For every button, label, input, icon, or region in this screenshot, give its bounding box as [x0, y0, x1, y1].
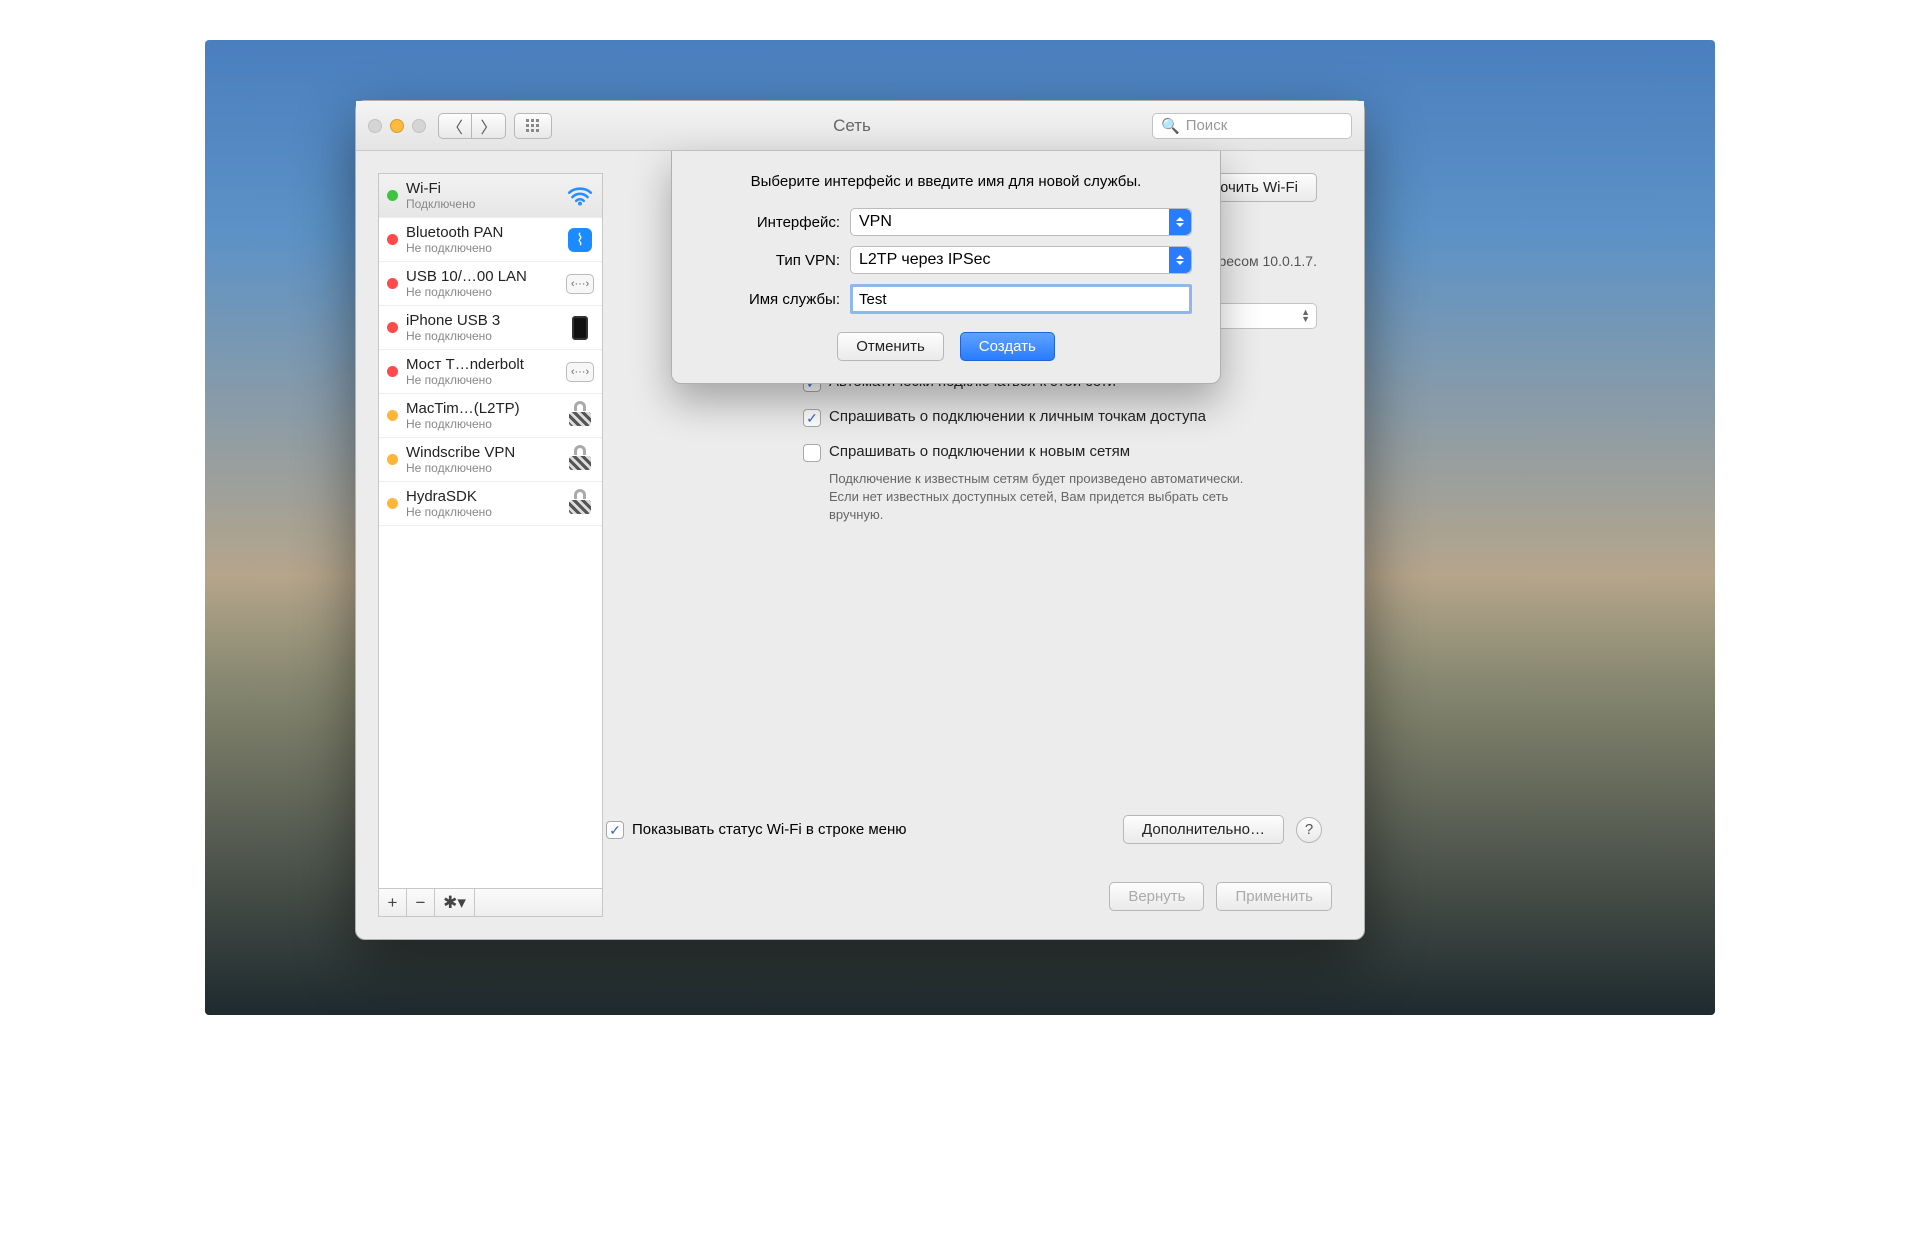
back-button[interactable]: 〈	[438, 113, 472, 139]
service-status: Не подключено	[406, 461, 558, 475]
ip-address-label: дресом 10.0.1.7.	[1210, 253, 1317, 269]
show-all-button[interactable]	[514, 113, 552, 139]
status-dot-icon	[387, 498, 398, 509]
status-dot-icon	[387, 322, 398, 333]
new-service-sheet: Выберите интерфейс и введите имя для нов…	[671, 151, 1221, 384]
services-sidebar: Wi-Fi Подключено Bluetooth PAN Не подклю…	[378, 173, 603, 917]
service-name: Bluetooth PAN	[406, 224, 558, 241]
label-ask-personal: Спрашивать о подключении к личным точкам…	[829, 408, 1206, 425]
gear-icon: ✱▾	[443, 893, 466, 913]
wifi-icon	[566, 185, 594, 207]
label-ask-new: Спрашивать о подключении к новым сетям	[829, 443, 1130, 460]
desktop-wallpaper: 〈 〉 Сеть 🔍 Поиск Wi-Fi Подключе	[205, 40, 1715, 1015]
service-item-l2tp[interactable]: MacTim…(L2TP) Не подключено	[379, 394, 602, 438]
chevron-updown-icon	[1169, 247, 1191, 273]
traffic-lights	[368, 119, 426, 133]
zoom-window-button[interactable]	[412, 119, 426, 133]
service-name: Мост T…nderbolt	[406, 356, 558, 373]
search-placeholder: Поиск	[1186, 117, 1228, 134]
vpn-type-select[interactable]: L2TP через IPSec	[850, 246, 1192, 274]
sheet-title: Выберите интерфейс и введите имя для нов…	[700, 173, 1192, 190]
service-name: USB 10/…00 LAN	[406, 268, 558, 285]
vpn-type-label: Тип VPN:	[700, 252, 840, 269]
lock-icon	[569, 450, 591, 470]
status-dot-icon	[387, 278, 398, 289]
service-status: Не подключено	[406, 373, 558, 387]
status-dot-icon	[387, 366, 398, 377]
status-dot-icon	[387, 190, 398, 201]
help-text: Подключение к известным сетям будет прои…	[829, 470, 1259, 525]
service-name-input[interactable]	[850, 284, 1192, 314]
status-dot-icon	[387, 410, 398, 421]
checkbox-ask-personal[interactable]	[803, 409, 821, 427]
service-item-windscribe[interactable]: Windscribe VPN Не подключено	[379, 438, 602, 482]
advanced-button[interactable]: Дополнительно…	[1123, 815, 1284, 844]
service-name: Wi-Fi	[406, 180, 558, 197]
service-name: MacTim…(L2TP)	[406, 400, 558, 417]
phone-icon	[572, 316, 588, 340]
service-item-usb-lan[interactable]: USB 10/…00 LAN Не подключено ‹···›	[379, 262, 602, 306]
help-button[interactable]: ?	[1296, 817, 1322, 843]
status-dot-icon	[387, 234, 398, 245]
stepper-icon: ▲▼	[1301, 309, 1310, 323]
service-item-thunderbolt[interactable]: Мост T…nderbolt Не подключено ‹···›	[379, 350, 602, 394]
network-preferences-window: 〈 〉 Сеть 🔍 Поиск Wi-Fi Подключе	[355, 100, 1365, 940]
close-window-button[interactable]	[368, 119, 382, 133]
interface-value: VPN	[859, 213, 892, 231]
service-actions-menu[interactable]: ✱▾	[435, 889, 475, 916]
vpn-type-value: L2TP через IPSec	[859, 251, 991, 269]
service-status: Не подключено	[406, 285, 558, 299]
apply-button[interactable]: Применить	[1216, 882, 1332, 911]
window-title: Сеть	[552, 116, 1152, 136]
minimize-window-button[interactable]	[390, 119, 404, 133]
forward-button[interactable]: 〉	[472, 113, 506, 139]
service-item-iphone[interactable]: iPhone USB 3 Не подключено	[379, 306, 602, 350]
service-item-bluetooth[interactable]: Bluetooth PAN Не подключено ⌇	[379, 218, 602, 262]
search-input[interactable]: 🔍 Поиск	[1152, 113, 1352, 139]
service-name: iPhone USB 3	[406, 312, 558, 329]
bluetooth-icon: ⌇	[568, 228, 592, 252]
service-name: HydraSDK	[406, 488, 558, 505]
checkbox-show-status[interactable]	[606, 821, 624, 839]
create-button[interactable]: Создать	[960, 332, 1055, 361]
services-list: Wi-Fi Подключено Bluetooth PAN Не подклю…	[378, 173, 603, 889]
footer-buttons: Вернуть Применить	[1109, 882, 1332, 911]
service-status: Не подключено	[406, 505, 558, 519]
service-name-label: Имя службы:	[700, 291, 840, 308]
service-status: Не подключено	[406, 329, 558, 343]
service-item-wifi[interactable]: Wi-Fi Подключено	[379, 174, 602, 218]
grid-icon	[525, 118, 541, 134]
cancel-button[interactable]: Отменить	[837, 332, 944, 361]
lock-icon	[569, 406, 591, 426]
chevron-updown-icon	[1169, 209, 1191, 235]
add-service-button[interactable]: +	[379, 889, 407, 916]
interface-select[interactable]: VPN	[850, 208, 1192, 236]
search-icon: 🔍	[1161, 117, 1180, 135]
revert-button[interactable]: Вернуть	[1109, 882, 1204, 911]
interface-label: Интерфейс:	[700, 214, 840, 231]
wifi-options: Автоматически подключаться к этой сети С…	[803, 373, 1342, 525]
ethernet-icon: ‹···›	[566, 362, 594, 382]
service-name: Windscribe VPN	[406, 444, 558, 461]
titlebar: 〈 〉 Сеть 🔍 Поиск	[356, 101, 1364, 151]
status-dot-icon	[387, 454, 398, 465]
ethernet-icon: ‹···›	[566, 274, 594, 294]
service-status: Подключено	[406, 197, 558, 211]
remove-service-button[interactable]: −	[407, 889, 435, 916]
sidebar-toolbar: + − ✱▾	[378, 889, 603, 917]
label-show-status: Показывать статус Wi-Fi в строке меню	[632, 821, 907, 838]
service-item-hydrasdk[interactable]: HydraSDK Не подключено	[379, 482, 602, 526]
checkbox-ask-new[interactable]	[803, 444, 821, 462]
service-status: Не подключено	[406, 241, 558, 255]
service-status: Не подключено	[406, 417, 558, 431]
lock-icon	[569, 494, 591, 514]
bottom-bar: Показывать статус Wi-Fi в строке меню До…	[606, 820, 1334, 839]
